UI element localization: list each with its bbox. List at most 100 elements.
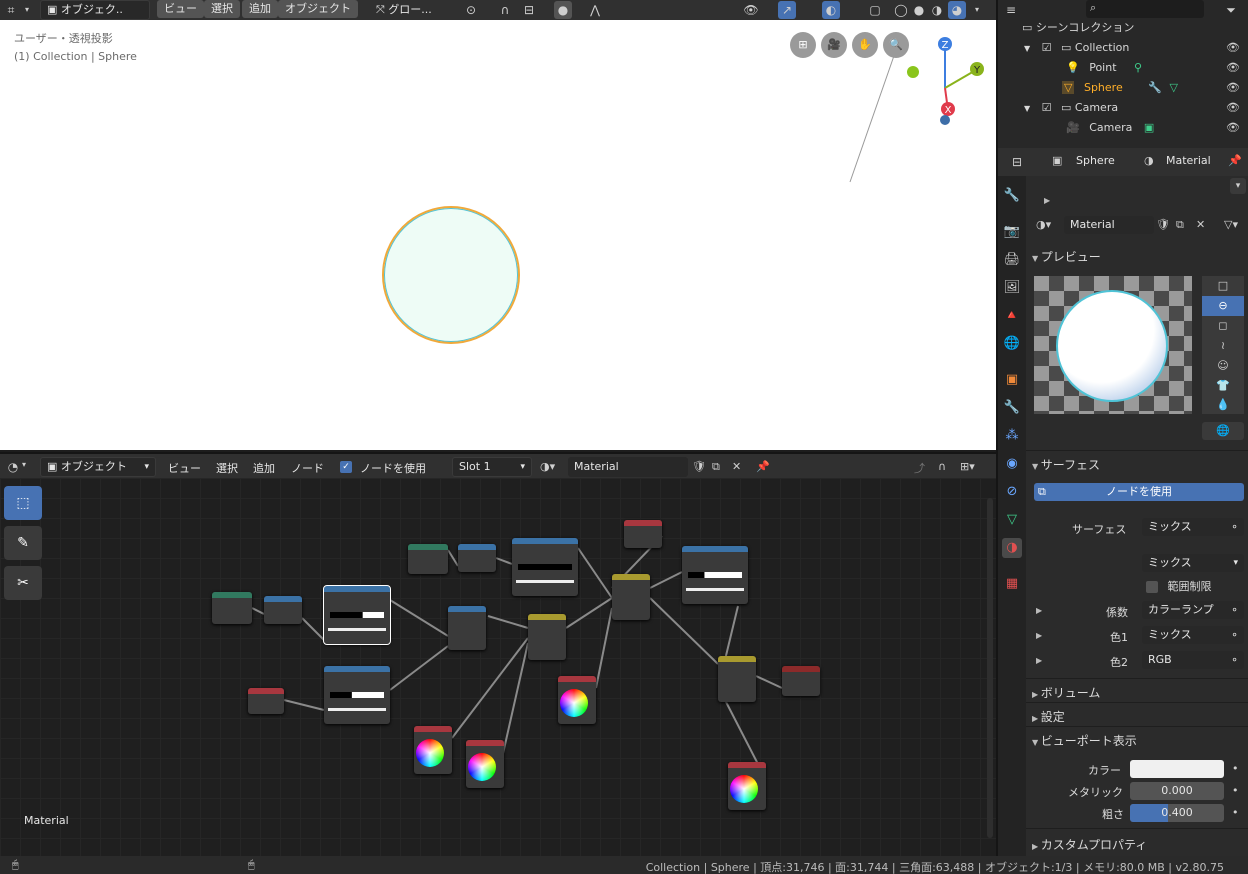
fake-user-icon[interactable]: 🛡 bbox=[692, 460, 706, 473]
properties-editor-icon[interactable]: ⊟ bbox=[1008, 153, 1026, 171]
constraints-tab-icon[interactable]: ⊘ bbox=[1002, 482, 1022, 502]
parent-node-icon[interactable]: ⤴ bbox=[914, 460, 925, 476]
eye-icon[interactable]: 👁 bbox=[1226, 98, 1240, 118]
node-mix-rgb-2[interactable] bbox=[612, 574, 650, 620]
node-material-field[interactable]: Material bbox=[568, 457, 688, 477]
ortho-toggle-icon[interactable]: ⊞ bbox=[790, 32, 816, 58]
node-mix-rgb[interactable] bbox=[528, 614, 566, 660]
outliner-row-camera-collection[interactable]: ▼ ☑ ▭ Camera 👁 bbox=[998, 98, 1248, 118]
object-mode-dropdown[interactable]: ▣ オブジェク.. bbox=[40, 0, 150, 20]
select-menu[interactable]: 選択 bbox=[204, 0, 240, 18]
slot-dropdown[interactable]: Slot 1 ▾ bbox=[452, 457, 532, 477]
particles-tab-icon[interactable]: ⁂ bbox=[1002, 426, 1022, 446]
node-color-ramp-3[interactable] bbox=[682, 546, 748, 604]
keyframe-icon[interactable]: • bbox=[1232, 784, 1239, 797]
outliner-row-collection[interactable]: ▼ ☑ ▭ Collection 👁 bbox=[998, 38, 1248, 58]
custom-props-panel-header[interactable]: ▶ カスタムプロパティ bbox=[1032, 836, 1147, 853]
eye-icon[interactable]: 👁 bbox=[1226, 78, 1240, 98]
scene-tab-icon[interactable]: 🔺 bbox=[1002, 306, 1022, 326]
data-tab-icon[interactable]: ▽ bbox=[1002, 510, 1022, 530]
node-color-ramp-selected[interactable] bbox=[323, 585, 391, 645]
eye-icon[interactable]: 👁 bbox=[1226, 118, 1240, 138]
material-shading-icon[interactable]: ◑ bbox=[928, 1, 946, 19]
snap-element-icon[interactable]: ⊞▾ bbox=[960, 460, 975, 473]
pin-icon[interactable]: 📌 bbox=[756, 460, 770, 473]
navigation-gizmo[interactable]: Z Y X bbox=[900, 34, 992, 126]
duplicate-icon[interactable]: ⧉ bbox=[1176, 218, 1184, 232]
node-menu[interactable]: ノード bbox=[291, 460, 324, 476]
material-name-field[interactable]: Material bbox=[1064, 216, 1154, 234]
material-browse-icon[interactable]: ◑▾ bbox=[1036, 218, 1051, 231]
color2-field[interactable]: RGB ∘ bbox=[1142, 651, 1244, 669]
material-browse-icon[interactable]: ◑▾ bbox=[540, 460, 555, 473]
physics-tab-icon[interactable]: ◉ bbox=[1002, 454, 1022, 474]
clamp-checkbox[interactable]: 範囲制限 bbox=[1146, 578, 1244, 596]
xray-icon[interactable]: ▢ bbox=[866, 1, 884, 19]
node-editor-canvas[interactable]: ⬚ ✎ ✂ Material bbox=[0, 478, 996, 856]
settings-panel-header[interactable]: ▶ 設定 bbox=[1032, 708, 1065, 725]
hair-preview-icon[interactable]: ≀ bbox=[1202, 336, 1244, 356]
cloth-preview-icon[interactable]: 👕 bbox=[1202, 376, 1244, 396]
pin-icon[interactable]: 📌 bbox=[1228, 154, 1242, 167]
visibility-icon[interactable]: 👁 bbox=[742, 1, 760, 19]
texture-tab-icon[interactable]: ▦ bbox=[1002, 574, 1022, 594]
viewport-color-swatch[interactable] bbox=[1130, 760, 1224, 778]
outliner-row-sphere[interactable]: ▽ Sphere 🔧 ▽ 👁 bbox=[998, 78, 1248, 98]
falloff-icon[interactable]: ⋀ bbox=[586, 1, 604, 19]
search-input[interactable]: ⌕ bbox=[1086, 0, 1204, 18]
snap-target-icon[interactable]: ⊟ bbox=[520, 1, 538, 19]
surface-panel-header[interactable]: ▼ サーフェス bbox=[1032, 456, 1100, 473]
scrollbar[interactable] bbox=[987, 498, 993, 838]
node-fresnel-2[interactable] bbox=[624, 520, 662, 548]
rendered-shading-icon[interactable]: ◕ bbox=[948, 1, 966, 19]
material-selector[interactable]: ◑▾ Material 🛡 ⧉ ✕ ▽▾ bbox=[1036, 216, 1240, 236]
node-select-menu[interactable]: 選択 bbox=[216, 460, 238, 476]
sphere-object[interactable] bbox=[382, 206, 520, 344]
expand-icon[interactable]: ▶ bbox=[1036, 606, 1042, 615]
object-menu[interactable]: オブジェクト bbox=[278, 0, 358, 18]
snap-icon[interactable]: ∩ bbox=[496, 1, 514, 19]
camera-view-icon[interactable]: 🎥 bbox=[821, 32, 847, 58]
keyframe-icon[interactable]: • bbox=[1232, 762, 1239, 775]
cube-preview-icon[interactable]: ◻ bbox=[1202, 316, 1244, 336]
node-rgb-3[interactable] bbox=[558, 676, 596, 724]
pivot-icon[interactable]: ⊙ bbox=[462, 1, 480, 19]
modifier-tab-icon[interactable]: 🔧 bbox=[1002, 398, 1022, 418]
expand-icon[interactable]: ▶ bbox=[1036, 656, 1042, 665]
viewport-display-panel-header[interactable]: ▼ ビューポート表示 bbox=[1032, 732, 1137, 749]
outliner-row-camera[interactable]: 🎥 Camera ▣ 👁 bbox=[998, 118, 1248, 138]
duplicate-icon[interactable]: ⧉ bbox=[712, 460, 720, 474]
object-tab-icon[interactable]: ▣ bbox=[1002, 370, 1022, 390]
checkbox-icon[interactable]: ☑ bbox=[1042, 101, 1052, 114]
view-menu[interactable]: ビュー bbox=[157, 0, 204, 18]
roughness-field[interactable]: 0.400 bbox=[1130, 804, 1224, 822]
unlink-icon[interactable]: ✕ bbox=[1196, 218, 1205, 231]
eye-icon[interactable]: 👁 bbox=[1226, 38, 1240, 58]
chevron-down-icon[interactable]: ▾ bbox=[1230, 178, 1246, 194]
chevron-down-icon[interactable]: ▾ bbox=[18, 1, 36, 19]
surface-shader-field[interactable]: ミックス ∘ bbox=[1142, 518, 1244, 536]
flat-preview-icon[interactable]: □ bbox=[1202, 276, 1244, 296]
outliner-row-scene-collection[interactable]: ▭ シーンコレクション bbox=[998, 18, 1248, 38]
output-tab-icon[interactable]: 🖨 bbox=[1002, 250, 1022, 270]
render-tab-icon[interactable]: 📷 bbox=[1002, 222, 1022, 242]
metallic-field[interactable]: 0.000 bbox=[1130, 782, 1224, 800]
use-nodes-button[interactable]: ⧉ ノードを使用 bbox=[1034, 483, 1244, 501]
node-view-menu[interactable]: ビュー bbox=[168, 460, 201, 476]
fake-user-icon[interactable]: 🛡 bbox=[1156, 218, 1170, 231]
node-math[interactable] bbox=[448, 606, 486, 650]
pan-icon[interactable]: ✋ bbox=[852, 32, 878, 58]
node-geometry-2[interactable] bbox=[408, 544, 448, 574]
node-rgb-2[interactable] bbox=[466, 740, 504, 788]
link-dropdown-icon[interactable]: ▽▾ bbox=[1224, 218, 1238, 231]
color1-field[interactable]: ミックス ∘ bbox=[1142, 626, 1244, 644]
fac-field[interactable]: カラーランプ ∘ bbox=[1142, 601, 1244, 619]
filter-icon[interactable]: ⏷ bbox=[1222, 1, 1240, 19]
gizmo-icon[interactable]: ↗ bbox=[778, 1, 796, 19]
node-add-menu[interactable]: 追加 bbox=[253, 460, 275, 476]
volume-panel-header[interactable]: ▶ ボリューム bbox=[1032, 684, 1100, 701]
3d-viewport[interactable]: ユーザー・透視投影 (1) Collection | Sphere ⊞ 🎥 ✋ … bbox=[0, 20, 996, 450]
world-preview-icon[interactable]: 🌐 bbox=[1202, 422, 1244, 440]
world-tab-icon[interactable]: 🌐 bbox=[1002, 334, 1022, 354]
node-color-ramp[interactable] bbox=[324, 666, 390, 724]
